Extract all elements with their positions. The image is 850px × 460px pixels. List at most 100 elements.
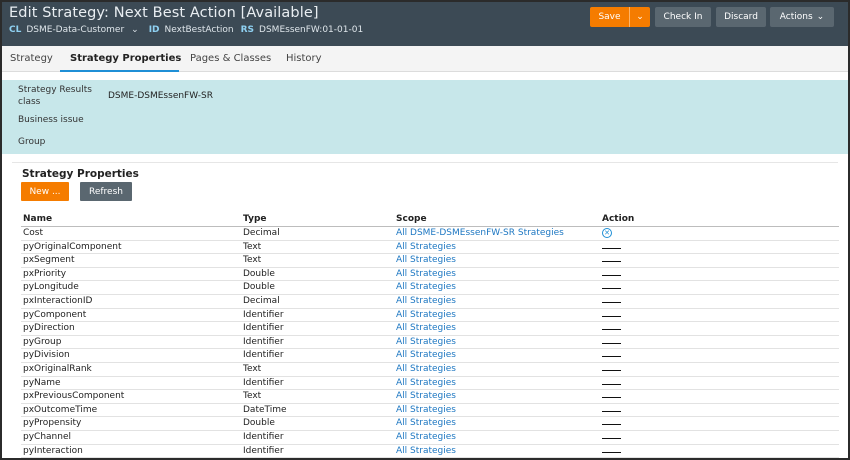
property-scope-link[interactable]: All Strategies [396, 310, 456, 320]
results-class-label: Strategy Results class [18, 84, 92, 108]
table-row[interactable]: pyLongitude Double All Strategies [21, 281, 839, 295]
property-name: pyDirection [23, 323, 75, 334]
id-value: NextBestAction [164, 25, 234, 35]
property-action [602, 418, 621, 428]
property-scope-link[interactable]: All Strategies [396, 405, 456, 415]
property-scope-link[interactable]: All Strategies [396, 282, 456, 292]
property-type: Double [243, 268, 275, 279]
table-row[interactable]: pxSegment Text All Strategies [21, 254, 839, 268]
no-action-dash [602, 356, 621, 358]
save-button-label[interactable]: Save [590, 7, 630, 27]
results-class-label-line1: Strategy Results [18, 85, 92, 95]
no-action-dash [602, 288, 621, 290]
property-scope-link[interactable]: All DSME-DSMEssenFW-SR Strategies [396, 228, 564, 238]
property-scope-link[interactable]: All Strategies [396, 391, 456, 401]
refresh-button[interactable]: Refresh [80, 182, 132, 201]
property-scope-link[interactable]: All Strategies [396, 432, 456, 442]
property-name: pxOriginalRank [23, 363, 92, 374]
remove-circle-icon[interactable]: ✕ [602, 228, 612, 238]
property-type: Text [243, 255, 262, 266]
property-type: Text [243, 391, 262, 402]
table-row[interactable]: pyDirection Identifier All Strategies [21, 322, 839, 336]
property-scope-link[interactable]: All Strategies [396, 242, 456, 252]
property-type: Double [243, 282, 275, 293]
table-row[interactable]: pxPriority Double All Strategies [21, 268, 839, 282]
property-scope-link[interactable]: All Strategies [396, 418, 456, 428]
properties-table: Name Type Scope Action Cost Decimal All DS… [21, 213, 839, 458]
table-row[interactable]: pyDivision Identifier All Strategies [21, 349, 839, 363]
property-scope-link[interactable]: All Strategies [396, 364, 456, 374]
table-row[interactable]: pxOriginalRank Text All Strategies [21, 363, 839, 377]
table-row[interactable]: pyChannel Identifier All Strategies [21, 431, 839, 445]
column-header-name[interactable]: Name [23, 214, 52, 224]
tab-history[interactable]: History [286, 53, 322, 64]
property-name: pyComponent [23, 309, 87, 320]
no-action-dash [602, 451, 621, 453]
property-action [602, 405, 621, 415]
property-scope-link[interactable]: All Strategies [396, 255, 456, 265]
tab-strategy[interactable]: Strategy [10, 53, 53, 64]
table-row[interactable]: pxOutcomeTime DateTime All Strategies [21, 404, 839, 418]
results-class-label-line2: class [18, 97, 41, 107]
property-scope-link[interactable]: All Strategies [396, 378, 456, 388]
table-row[interactable]: pyGroup Identifier All Strategies [21, 336, 839, 350]
section-title: Strategy Properties [22, 168, 139, 180]
tab-bar: Strategy Strategy Properties Pages & Cla… [2, 46, 848, 72]
chevron-down-icon[interactable]: ⌄ [630, 7, 650, 27]
property-action[interactable]: ✕ [602, 228, 612, 238]
no-action-dash [602, 301, 621, 303]
property-scope-link[interactable]: All Strategies [396, 337, 456, 347]
property-action [602, 269, 621, 279]
property-type: Double [243, 418, 275, 429]
property-type: Decimal [243, 295, 280, 306]
property-scope-link[interactable]: All Strategies [396, 446, 456, 456]
table-row[interactable]: pxInteractionID Decimal All Strategies [21, 295, 839, 309]
property-scope-link[interactable]: All Strategies [396, 350, 456, 360]
table-row[interactable]: pyName Identifier All Strategies [21, 377, 839, 391]
property-action [602, 350, 621, 360]
property-name: pxInteractionID [23, 295, 93, 306]
table-row[interactable]: pyInteraction Identifier All Strategies [21, 445, 839, 458]
no-action-dash [602, 329, 621, 331]
property-name: pyName [23, 377, 61, 388]
ruleset-value[interactable]: DSMEssenFW:01-01-01 [259, 25, 363, 35]
save-button[interactable]: Save ⌄ [590, 7, 650, 27]
chevron-down-icon[interactable]: ⌄ [817, 12, 825, 22]
property-name: pyOriginalComponent [23, 241, 122, 252]
tab-pages-classes[interactable]: Pages & Classes [190, 53, 271, 64]
page-title: Edit Strategy: Next Best Action [Availab… [9, 5, 319, 21]
chevron-down-icon[interactable]: ⌄ [131, 25, 139, 35]
property-name: pxOutcomeTime [23, 404, 98, 415]
discard-button[interactable]: Discard [716, 7, 766, 27]
table-row[interactable]: pyOriginalComponent Text All Strategies [21, 241, 839, 255]
table-row[interactable]: pyPropensity Double All Strategies [21, 417, 839, 431]
no-action-dash [602, 315, 621, 317]
actions-button-label[interactable]: Actions [780, 12, 813, 22]
property-name: pxPriority [23, 268, 67, 279]
no-action-dash [602, 424, 621, 426]
property-scope-link[interactable]: All Strategies [396, 323, 456, 333]
header-bar: Edit Strategy: Next Best Action [Availab… [2, 2, 848, 46]
property-action [602, 337, 621, 347]
tab-strategy-properties[interactable]: Strategy Properties [70, 53, 181, 64]
property-action [602, 323, 621, 333]
property-scope-link[interactable]: All Strategies [396, 269, 456, 279]
property-action [602, 296, 621, 306]
check-in-button[interactable]: Check In [655, 7, 711, 27]
strategy-info-panel: Strategy Results class DSME-DSMEssenFW-S… [2, 80, 848, 154]
property-action [602, 364, 621, 374]
table-row[interactable]: Cost Decimal All DSME-DSMEssenFW-SR Strate… [21, 227, 839, 241]
property-type: Identifier [243, 445, 284, 456]
no-action-dash [602, 261, 621, 263]
new-property-button[interactable]: New ... [21, 182, 69, 201]
no-action-dash [602, 247, 621, 249]
table-row[interactable]: pyComponent Identifier All Strategies [21, 309, 839, 323]
column-header-scope[interactable]: Scope [396, 214, 427, 224]
property-scope-link[interactable]: All Strategies [396, 296, 456, 306]
property-name: pxSegment [23, 255, 75, 266]
property-type: Identifier [243, 431, 284, 442]
column-header-type[interactable]: Type [243, 214, 266, 224]
table-row[interactable]: pxPreviousComponent Text All Strategies [21, 390, 839, 404]
actions-button[interactable]: Actions ⌄ [770, 7, 834, 27]
class-value[interactable]: DSME-Data-Customer [26, 25, 124, 35]
